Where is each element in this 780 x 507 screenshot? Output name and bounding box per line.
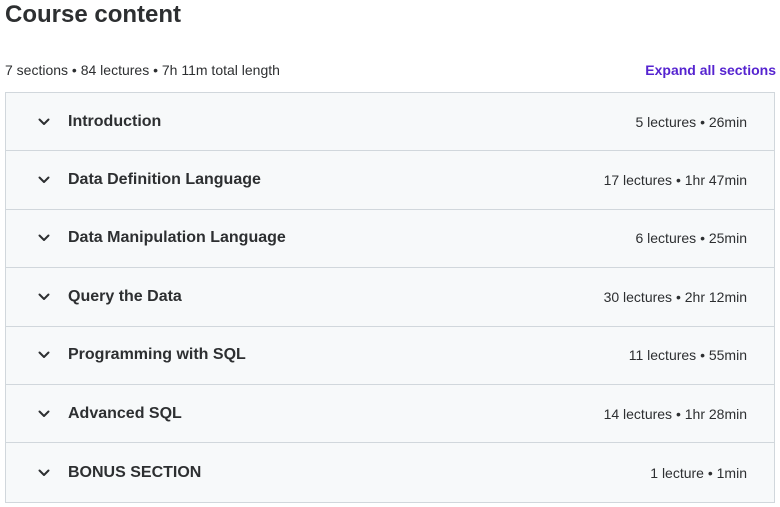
section-title: BONUS SECTION	[68, 463, 202, 481]
section-header[interactable]: Query the Data 30 lectures • 2hr 12min	[6, 268, 774, 327]
section-meta: 1 lecture • 1min	[650, 464, 747, 481]
expand-all-sections-button[interactable]: Expand all sections	[645, 62, 776, 78]
section-meta: 5 lectures • 26min	[635, 113, 747, 130]
course-summary-row: 7 sections • 84 lectures • 7h 11m total …	[5, 60, 776, 80]
section-header[interactable]: BONUS SECTION 1 lecture • 1min	[6, 443, 774, 502]
section-meta: 11 lectures • 55min	[628, 347, 747, 364]
section-title: Programming with SQL	[68, 346, 246, 364]
chevron-down-icon	[36, 406, 52, 422]
course-sections-accordion: Introduction 5 lectures • 26min Data Def…	[5, 92, 775, 503]
section-title: Data Manipulation Language	[68, 229, 286, 247]
page-title: Course content	[5, 1, 182, 28]
section-title: Query the Data	[68, 287, 182, 305]
chevron-down-icon	[36, 347, 52, 363]
section-meta: 30 lectures • 2hr 12min	[603, 288, 747, 305]
section-header[interactable]: Data Definition Language 17 lectures • 1…	[6, 151, 774, 210]
section-title: Data Definition Language	[68, 171, 261, 189]
section-meta: 17 lectures • 1hr 47min	[603, 172, 747, 189]
section-title: Advanced SQL	[68, 404, 182, 422]
section-header[interactable]: Introduction 5 lectures • 26min	[6, 93, 774, 152]
chevron-down-icon	[36, 465, 52, 481]
chevron-down-icon	[36, 114, 52, 130]
section-header[interactable]: Programming with SQL 11 lectures • 55min	[6, 326, 774, 385]
chevron-down-icon	[36, 230, 52, 246]
chevron-down-icon	[36, 289, 52, 305]
section-header[interactable]: Advanced SQL 14 lectures • 1hr 28min	[6, 384, 774, 444]
course-summary: 7 sections • 84 lectures • 7h 11m total …	[5, 62, 280, 78]
chevron-down-icon	[36, 172, 52, 188]
section-meta: 6 lectures • 25min	[635, 230, 747, 247]
section-header[interactable]: Data Manipulation Language 6 lectures • …	[6, 209, 774, 269]
section-title: Introduction	[68, 112, 162, 130]
section-meta: 14 lectures • 1hr 28min	[603, 405, 747, 422]
